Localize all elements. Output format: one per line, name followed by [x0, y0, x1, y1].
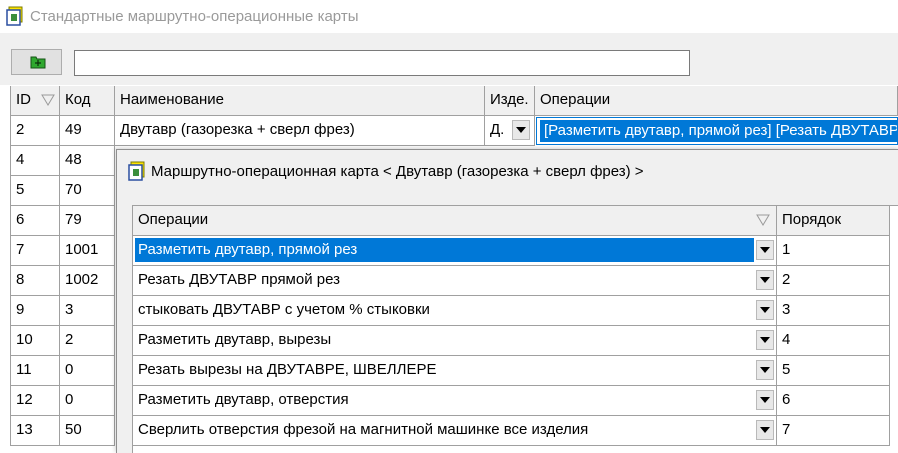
- order-cell[interactable]: 5: [777, 356, 890, 386]
- sort-descending-icon: [41, 94, 55, 106]
- column-header-operations[interactable]: Операции: [535, 86, 898, 116]
- operation-dropdown-button[interactable]: [756, 300, 774, 320]
- operations-grid: Операции Порядок Разметить двутавр, прям…: [132, 205, 898, 453]
- order-cell[interactable]: 3: [777, 296, 890, 326]
- operation-cell[interactable]: Разметить двутавр, отверстия: [133, 386, 777, 416]
- cell-product[interactable]: Д.: [485, 116, 535, 146]
- cell-operations-selected[interactable]: [Разметить двутавр, прямой рез] [Резать …: [536, 117, 898, 145]
- sort-ascending-icon: [756, 214, 770, 226]
- operation-dropdown-button[interactable]: [756, 240, 774, 260]
- order-cell[interactable]: 2: [777, 266, 890, 296]
- column-header-name[interactable]: Наименование: [115, 86, 485, 116]
- cell-name[interactable]: Двутавр (газорезка + сверл фрез): [115, 116, 485, 146]
- operation-cell[interactable]: стыковать ДВУТАВР с учетом % стыковки: [133, 296, 777, 326]
- order-cell[interactable]: 6: [777, 386, 890, 416]
- cell-id[interactable]: 8: [10, 266, 60, 296]
- cell-code[interactable]: 48: [60, 146, 115, 176]
- operation-dropdown-button[interactable]: [756, 420, 774, 440]
- cell-id[interactable]: 13: [10, 416, 60, 446]
- dialog-title: Маршрутно-операционная карта < Двутавр (…: [151, 163, 644, 180]
- cell-id[interactable]: 4: [10, 146, 60, 176]
- cell-id[interactable]: 12: [10, 386, 60, 416]
- operation-cell[interactable]: Сверлить отверстия фрезой на магнитной м…: [133, 416, 777, 446]
- app-icon: [6, 6, 23, 26]
- cell-code[interactable]: 2: [60, 326, 115, 356]
- operation-dropdown-button[interactable]: [756, 390, 774, 410]
- cell-id[interactable]: 5: [10, 176, 60, 206]
- cell-code[interactable]: 79: [60, 206, 115, 236]
- open-folder-button[interactable]: [11, 49, 62, 75]
- cell-code[interactable]: 0: [60, 386, 115, 416]
- product-dropdown-button[interactable]: [512, 120, 530, 140]
- column-header-operations[interactable]: Операции: [133, 206, 777, 236]
- operation-dropdown-button[interactable]: [756, 360, 774, 380]
- operation-cell[interactable]: Резать вырезы на ДВУТАВРЕ, ШВЕЛЛЕРЕ: [133, 356, 777, 386]
- cell-id[interactable]: 11: [10, 356, 60, 386]
- cell-code[interactable]: 49: [60, 116, 115, 146]
- cell-id[interactable]: 6: [10, 206, 60, 236]
- operation-dropdown-button[interactable]: [756, 270, 774, 290]
- cell-code[interactable]: 1001: [60, 236, 115, 266]
- title-bar: Стандартные маршрутно-операционные карты: [0, 0, 898, 33]
- dialog-icon: [128, 161, 145, 181]
- operation-cell[interactable]: Резать ДВУТАВР прямой рез: [133, 266, 777, 296]
- cell-id[interactable]: 2: [10, 116, 60, 146]
- cell-code[interactable]: 0: [60, 356, 115, 386]
- column-header-product[interactable]: Изде.: [485, 86, 535, 116]
- cell-id[interactable]: 7: [10, 236, 60, 266]
- filter-input[interactable]: [74, 50, 690, 76]
- toolbar: [0, 33, 898, 85]
- operation-cell[interactable]: Разметить двутавр, прямой рез: [133, 236, 777, 266]
- order-cell[interactable]: 1: [777, 236, 890, 266]
- cell-code[interactable]: 1002: [60, 266, 115, 296]
- order-cell[interactable]: 4: [777, 326, 890, 356]
- routing-card-dialog: Маршрутно-операционная карта < Двутавр (…: [116, 149, 898, 453]
- cell-id[interactable]: 9: [10, 296, 60, 326]
- operation-dropdown-button[interactable]: [756, 330, 774, 350]
- cell-code[interactable]: 70: [60, 176, 115, 206]
- cell-code[interactable]: 3: [60, 296, 115, 326]
- column-header-order[interactable]: Порядок: [777, 206, 890, 236]
- folder-icon: [30, 56, 46, 69]
- window-title: Стандартные маршрутно-операционные карты: [30, 8, 359, 25]
- cell-id[interactable]: 10: [10, 326, 60, 356]
- column-header-id[interactable]: ID: [10, 86, 60, 116]
- operation-cell[interactable]: Разметить двутавр, вырезы: [133, 326, 777, 356]
- column-header-code[interactable]: Код: [60, 86, 115, 116]
- cell-code[interactable]: 50: [60, 416, 115, 446]
- order-cell[interactable]: 7: [777, 416, 890, 446]
